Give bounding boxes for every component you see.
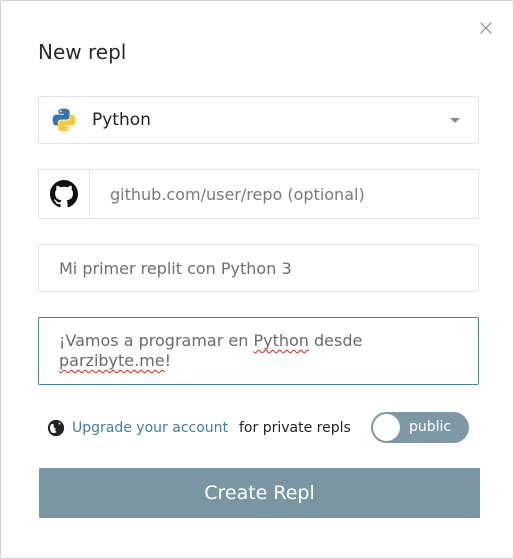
language-select[interactable]: Python — [38, 96, 479, 144]
description-part: ! — [164, 351, 172, 370]
github-icon — [50, 180, 78, 208]
new-repl-dialog: × New repl Python ¡Vamos a programar en … — [0, 0, 514, 559]
description-part: ¡Vamos a programar en — [59, 331, 254, 350]
dialog-title: New repl — [38, 40, 127, 64]
python-logo-icon — [52, 108, 76, 132]
private-repls-label: for private repls — [239, 420, 351, 436]
description-part: desde — [308, 331, 363, 350]
description-textarea[interactable]: ¡Vamos a programar en Python desde parzi… — [38, 317, 479, 385]
chevron-down-icon — [450, 118, 460, 123]
repl-name-field — [38, 244, 479, 292]
globe-icon — [47, 419, 65, 437]
language-label: Python — [92, 110, 151, 130]
description-text: ¡Vamos a programar en Python desde parzi… — [59, 331, 459, 371]
github-icon-box — [39, 170, 90, 218]
repl-name-input[interactable] — [59, 245, 469, 291]
toggle-label: public — [409, 419, 452, 435]
upgrade-account-link[interactable]: Upgrade your account — [72, 420, 228, 436]
create-repl-button[interactable]: Create Repl — [39, 468, 480, 518]
description-misspelled: parzibyte.me — [59, 351, 165, 370]
github-import-field — [38, 169, 479, 219]
toggle-knob — [373, 414, 400, 441]
public-private-toggle[interactable]: public — [371, 412, 469, 443]
close-icon[interactable]: × — [475, 18, 497, 41]
description-misspelled: Python — [253, 331, 309, 350]
github-url-input[interactable] — [110, 170, 470, 218]
